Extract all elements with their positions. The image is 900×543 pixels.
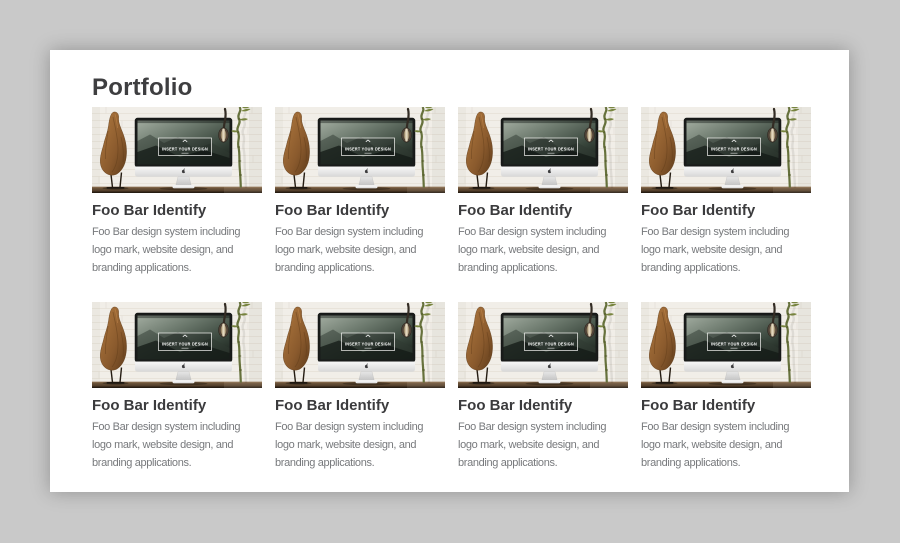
portfolio-thumbnail[interactable] <box>641 302 811 388</box>
portfolio-card[interactable]: Foo Bar Identify Foo Bar design system i… <box>275 107 445 277</box>
imac-desk-mockup-image <box>641 302 811 388</box>
imac-desk-mockup-image <box>275 302 445 388</box>
card-title: Foo Bar Identify <box>92 397 262 415</box>
imac-desk-mockup-image <box>458 107 628 193</box>
card-title: Foo Bar Identify <box>92 202 262 220</box>
portfolio-panel: Portfolio Foo Bar Identify Foo Bar desig… <box>50 50 849 492</box>
card-description: Foo Bar design system including logo mar… <box>458 223 628 277</box>
portfolio-thumbnail[interactable] <box>458 107 628 193</box>
portfolio-thumbnail[interactable] <box>92 302 262 388</box>
card-title: Foo Bar Identify <box>641 397 811 415</box>
card-description: Foo Bar design system including logo mar… <box>641 418 811 472</box>
portfolio-thumbnail[interactable] <box>275 302 445 388</box>
imac-desk-mockup-image <box>92 302 262 388</box>
portfolio-card[interactable]: Foo Bar Identify Foo Bar design system i… <box>458 107 628 277</box>
imac-desk-mockup-image <box>458 302 628 388</box>
card-description: Foo Bar design system including logo mar… <box>458 418 628 472</box>
imac-desk-mockup-image <box>641 107 811 193</box>
portfolio-thumbnail[interactable] <box>641 107 811 193</box>
portfolio-grid: Foo Bar Identify Foo Bar design system i… <box>92 107 811 472</box>
portfolio-thumbnail[interactable] <box>92 107 262 193</box>
portfolio-card[interactable]: Foo Bar Identify Foo Bar design system i… <box>275 302 445 472</box>
imac-desk-mockup-image <box>275 107 445 193</box>
portfolio-thumbnail[interactable] <box>458 302 628 388</box>
card-description: Foo Bar design system including logo mar… <box>275 223 445 277</box>
portfolio-card[interactable]: Foo Bar Identify Foo Bar design system i… <box>92 302 262 472</box>
portfolio-card[interactable]: Foo Bar Identify Foo Bar design system i… <box>92 107 262 277</box>
card-title: Foo Bar Identify <box>641 202 811 220</box>
card-description: Foo Bar design system including logo mar… <box>641 223 811 277</box>
portfolio-card[interactable]: Foo Bar Identify Foo Bar design system i… <box>641 302 811 472</box>
card-title: Foo Bar Identify <box>275 202 445 220</box>
card-description: Foo Bar design system including logo mar… <box>92 223 262 277</box>
page-title: Portfolio <box>92 74 849 102</box>
card-title: Foo Bar Identify <box>458 202 628 220</box>
imac-desk-mockup-image <box>92 107 262 193</box>
portfolio-thumbnail[interactable] <box>275 107 445 193</box>
card-description: Foo Bar design system including logo mar… <box>92 418 262 472</box>
card-description: Foo Bar design system including logo mar… <box>275 418 445 472</box>
card-title: Foo Bar Identify <box>458 397 628 415</box>
portfolio-card[interactable]: Foo Bar Identify Foo Bar design system i… <box>641 107 811 277</box>
card-title: Foo Bar Identify <box>275 397 445 415</box>
portfolio-card[interactable]: Foo Bar Identify Foo Bar design system i… <box>458 302 628 472</box>
